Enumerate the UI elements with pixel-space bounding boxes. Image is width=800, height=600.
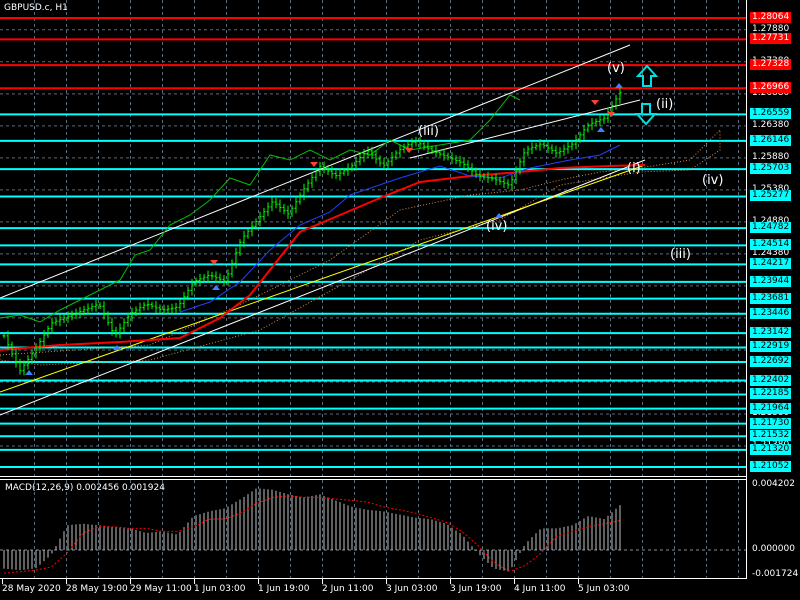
wave-label: (iii) <box>418 124 439 139</box>
wave-label: (v) <box>607 61 625 76</box>
time-axis-label: 28 May 2020 <box>2 584 61 594</box>
macd-tick-label: 0.000000 <box>752 544 795 554</box>
big-up-arrow-icon <box>635 64 659 87</box>
price-level-label: 1.22692 <box>750 355 792 367</box>
price-level-label: 1.23142 <box>750 327 792 339</box>
price-level-label: 1.22402 <box>750 374 792 386</box>
time-axis-label: 1 Jun 19:00 <box>258 584 310 594</box>
price-level-label: 1.27328 <box>750 59 792 71</box>
price-level-label: 1.26559 <box>750 108 792 120</box>
price-level-label: 1.25277 <box>750 190 792 202</box>
channel-upper-line <box>0 44 631 299</box>
macd-tick-label: -0.001724 <box>752 569 799 579</box>
chart-canvas[interactable] <box>0 0 800 600</box>
price-level-label: 1.21532 <box>750 430 792 442</box>
price-level-label: 1.21320 <box>750 443 792 455</box>
price-level-label: 1.26146 <box>750 134 792 146</box>
time-axis-label: 1 Jun 03:00 <box>194 584 246 594</box>
price-level-label: 1.25703 <box>750 163 792 175</box>
arrow-down-icon <box>591 100 599 105</box>
price-level-label: 1.24217 <box>750 258 792 270</box>
price-level-label: 1.22919 <box>750 341 792 353</box>
arrow-down-icon <box>310 162 318 167</box>
price-tick-label: 1.26380 <box>752 119 790 130</box>
price-level-label: 1.26966 <box>750 82 792 94</box>
time-axis-label: 28 May 19:00 <box>66 584 128 594</box>
price-level-label: 1.24514 <box>750 239 792 251</box>
price-level-label: 1.21052 <box>750 461 792 472</box>
wave-label: (iii) <box>670 247 691 262</box>
price-level-label: 1.24782 <box>750 222 792 234</box>
time-axis-label: 4 Jun 11:00 <box>514 584 566 594</box>
price-level-label: 1.28064 <box>750 12 792 23</box>
price-level-label: 1.21730 <box>750 417 792 429</box>
price-level-label: 1.21964 <box>750 402 792 414</box>
chart-title: GBPUSD.c, H1 <box>4 3 68 13</box>
time-axis-label: 3 Jun 03:00 <box>386 584 438 594</box>
macd-panel <box>0 488 746 574</box>
price-level-label: 1.23944 <box>750 275 792 287</box>
price-tick-label: 1.25880 <box>752 151 790 162</box>
wave-label: (ii) <box>656 97 674 112</box>
price-level-label: 1.23681 <box>750 292 792 304</box>
arrow-up-icon <box>597 127 605 132</box>
arrow-up-icon <box>25 370 33 375</box>
time-axis-label: 5 Jun 03:00 <box>578 584 630 594</box>
price-level-label: 1.22185 <box>750 388 792 400</box>
wave-label: (iv) <box>702 173 724 188</box>
macd-tick-label: 0.004202 <box>752 479 795 489</box>
arrow-up-icon <box>615 83 623 88</box>
price-level-label: 1.27731 <box>750 33 792 45</box>
chikou-line <box>0 94 521 323</box>
arrow-down-icon <box>405 148 413 153</box>
time-axis-label: 2 Jun 11:00 <box>322 584 374 594</box>
horizontal-levels <box>0 17 746 468</box>
wave-label: (i) <box>627 161 641 176</box>
price-level-label: 1.23446 <box>750 307 792 319</box>
wave-label: (iv) <box>486 219 508 234</box>
time-axis-label: 29 May 11:00 <box>130 584 192 594</box>
macd-title: MACD(12,26,9) 0.002456 0.001924 <box>5 483 165 493</box>
time-axis-label: 3 Jun 19:00 <box>450 584 502 594</box>
